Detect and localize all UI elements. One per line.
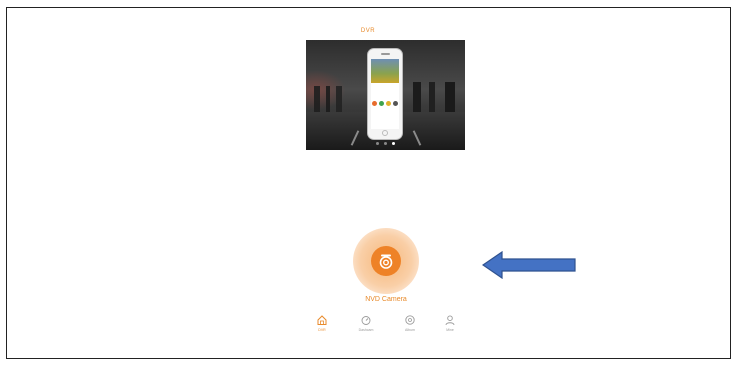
dashboard-icon <box>361 316 371 325</box>
tab-dashcam[interactable]: Dashcam <box>351 314 381 332</box>
carousel-dots[interactable] <box>306 142 465 145</box>
tab-album[interactable]: Album <box>395 314 425 332</box>
tab-label: Dashcam <box>358 328 374 332</box>
tab-mine[interactable]: Mine <box>435 314 465 332</box>
left-arrow-annotation <box>482 251 576 279</box>
banner-skyline-right <box>405 82 465 112</box>
home-icon <box>317 315 327 325</box>
phone-image <box>367 48 403 140</box>
carousel-dot[interactable] <box>376 142 379 145</box>
camera-label: NVD Camera <box>365 296 407 303</box>
carousel-dot-active[interactable] <box>392 142 395 145</box>
tab-label: DVR <box>318 328 326 332</box>
bottom-tab-bar: DVR Dashcam Album Mine <box>307 314 467 344</box>
camera-icon <box>379 254 393 269</box>
camera-connect-button[interactable] <box>353 228 419 294</box>
tab-label: Album <box>405 328 415 332</box>
promo-banner[interactable] <box>306 40 465 150</box>
tab-label: Mine <box>446 328 454 332</box>
tab-dvr[interactable]: DVR <box>307 314 337 332</box>
album-icon <box>405 315 415 325</box>
carousel-dot[interactable] <box>384 142 387 145</box>
user-icon <box>445 315 455 326</box>
app-title: DVR <box>360 28 376 34</box>
